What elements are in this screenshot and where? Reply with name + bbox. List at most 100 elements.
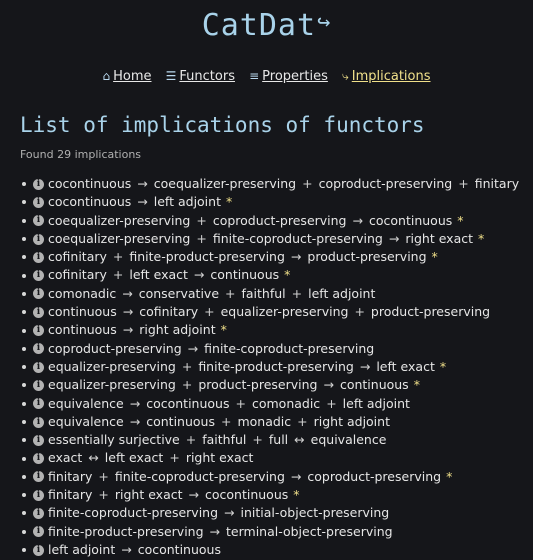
property-link[interactable]: finite-product-preserving (129, 248, 285, 266)
info-icon[interactable]: i (33, 233, 44, 245)
property-link[interactable]: finite-coproduct-preserving (204, 340, 374, 358)
property-link[interactable]: continuous (340, 376, 409, 394)
info-icon[interactable]: i (33, 215, 44, 227)
property-link[interactable]: cocontinuous (48, 175, 131, 193)
property-link[interactable]: monadic (237, 413, 291, 431)
property-link[interactable]: equivalence (48, 413, 124, 431)
property-link[interactable]: cocontinuous (138, 541, 221, 559)
property-link[interactable]: right exact (405, 230, 473, 248)
nav-properties[interactable]: ≡ Properties (249, 69, 328, 84)
info-icon[interactable]: i (33, 196, 44, 208)
property-link[interactable]: finite-coproduct-preserving (213, 230, 383, 248)
info-icon[interactable]: i (33, 526, 44, 538)
nav-home[interactable]: ⌂ Home (102, 69, 151, 84)
property-link[interactable]: finitary (48, 468, 92, 486)
property-link[interactable]: finite-product-preserving (198, 358, 354, 376)
property-link[interactable]: coequalizer-preserving (48, 212, 190, 230)
info-icon[interactable]: i (33, 306, 44, 318)
plus-icon: + (204, 304, 215, 320)
property-link[interactable]: product-preserving (198, 376, 317, 394)
info-icon[interactable]: i (33, 270, 44, 282)
property-link[interactable]: equivalence (311, 431, 387, 449)
plus-icon: + (98, 487, 109, 503)
property-link[interactable]: left exact (105, 449, 164, 467)
info-icon[interactable]: i (33, 379, 44, 391)
info-icon[interactable]: i (33, 416, 44, 428)
plus-icon: + (181, 377, 193, 393)
property-link[interactable]: equalizer-preserving (48, 358, 176, 376)
property-link[interactable]: product-preserving (307, 248, 426, 266)
property-link[interactable]: cocontinuous (146, 395, 229, 413)
property-link[interactable]: continuous (48, 321, 117, 339)
property-link[interactable]: coproduct-preserving (319, 175, 453, 193)
info-icon[interactable]: i (33, 361, 44, 373)
info-icon[interactable]: i (33, 507, 44, 519)
property-link[interactable]: conservative (139, 285, 219, 303)
equivalence-arrow-icon: ↔ (88, 450, 99, 466)
nav-functors[interactable]: ☰ Functors (166, 69, 235, 84)
list-item: i equalizer-preserving + finite-product-pre… (22, 358, 519, 376)
info-icon[interactable]: i (33, 251, 44, 263)
property-link[interactable]: right exact (186, 449, 254, 467)
info-icon[interactable]: i (33, 544, 44, 556)
property-link[interactable]: right adjoint (139, 321, 215, 339)
property-link[interactable]: finite-product-preserving (48, 523, 204, 541)
property-link[interactable]: right exact (115, 486, 183, 504)
info-icon[interactable]: i (33, 434, 44, 446)
property-link[interactable]: left adjoint (343, 395, 410, 413)
property-link[interactable]: continuous (48, 303, 117, 321)
property-link[interactable]: finite-coproduct-preserving (48, 504, 218, 522)
property-link[interactable]: exact (48, 449, 82, 467)
property-link[interactable]: cocontinuous (48, 193, 131, 211)
property-link[interactable]: product-preserving (371, 303, 490, 321)
property-link[interactable]: initial-object-preserving (241, 504, 390, 522)
plus-icon: + (458, 176, 469, 191)
site-logo[interactable]: CatDat↪ (0, 8, 533, 47)
property-link[interactable]: left adjoint (48, 541, 115, 559)
property-link[interactable]: cocontinuous (369, 212, 452, 230)
bullet-icon (22, 383, 26, 388)
property-link[interactable]: comonadic (252, 395, 320, 413)
property-link[interactable]: continuous (210, 266, 279, 284)
info-icon[interactable]: i (33, 178, 44, 190)
info-icon[interactable]: i (33, 288, 44, 300)
property-link[interactable]: equalizer-preserving (48, 376, 176, 394)
plus-icon: + (225, 285, 236, 301)
property-link[interactable]: cofinitary (139, 303, 198, 321)
property-link[interactable]: faithful (242, 285, 286, 303)
property-link[interactable]: cofinitary (48, 248, 107, 266)
property-link[interactable]: coequalizer-preserving (48, 230, 190, 248)
property-link[interactable]: equalizer-preserving (221, 303, 349, 321)
property-link[interactable]: cofinitary (48, 266, 107, 284)
property-link[interactable]: left exact (376, 358, 435, 376)
nav-implications[interactable]: ⤷ Implications (342, 69, 431, 84)
info-icon[interactable]: i (33, 489, 44, 501)
info-icon[interactable]: i (33, 343, 44, 355)
property-link[interactable]: left adjoint (308, 285, 375, 303)
info-icon[interactable]: i (33, 398, 44, 410)
property-link[interactable]: coequalizer-preserving (154, 175, 296, 193)
property-link[interactable]: full (269, 431, 288, 449)
bullet-icon (22, 346, 26, 351)
property-link[interactable]: coproduct-preserving (213, 212, 347, 230)
property-link[interactable]: cocontinuous (205, 486, 288, 504)
bullet-icon (22, 291, 26, 296)
info-icon[interactable]: i (33, 471, 44, 483)
property-link[interactable]: faithful (202, 431, 246, 449)
property-link[interactable]: continuous (146, 413, 215, 431)
property-link[interactable]: coproduct-preserving (307, 468, 441, 486)
property-link[interactable]: left adjoint (154, 193, 221, 211)
info-icon[interactable]: i (33, 453, 44, 465)
property-link[interactable]: left exact (129, 266, 188, 284)
property-link[interactable]: terminal-object-preserving (226, 523, 393, 541)
property-link[interactable]: finitary (48, 486, 92, 504)
list-item: i equivalence → cocontinuous + comonadic + left… (22, 395, 519, 413)
property-link[interactable]: right adjoint (314, 413, 390, 431)
property-link[interactable]: coproduct-preserving (48, 340, 182, 358)
property-link[interactable]: finite-coproduct-preserving (115, 468, 285, 486)
info-icon[interactable]: i (33, 325, 44, 337)
property-link[interactable]: comonadic (48, 285, 116, 303)
property-link[interactable]: essentially surjective (48, 431, 180, 449)
property-link[interactable]: finitary (475, 175, 519, 193)
property-link[interactable]: equivalence (48, 395, 124, 413)
